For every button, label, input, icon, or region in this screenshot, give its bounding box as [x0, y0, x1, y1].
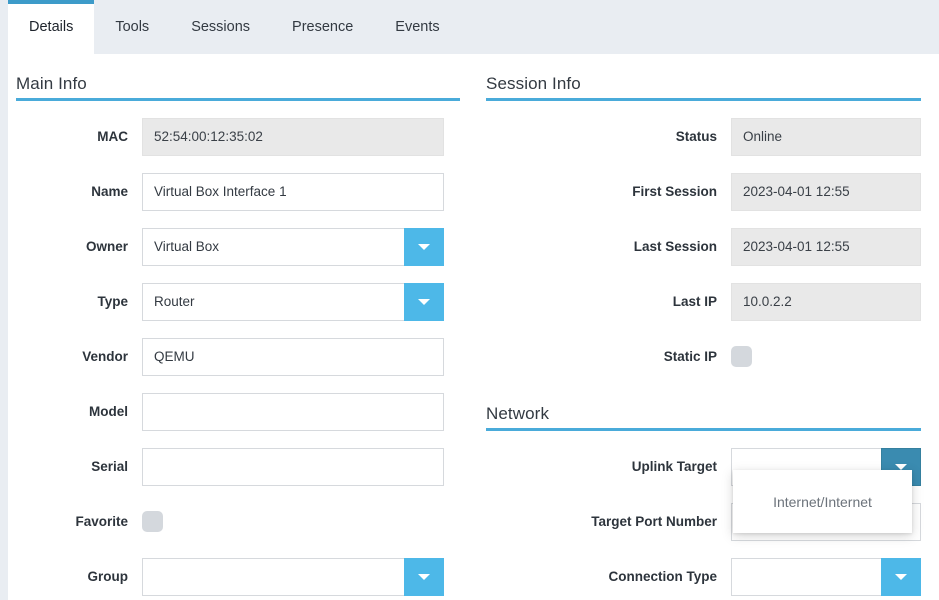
input-serial[interactable]: [142, 447, 444, 486]
field-row-last-ip: Last IP 10.0.2.2: [478, 274, 939, 329]
tab-bar: Details Tools Sessions Presence Events: [8, 0, 939, 55]
label-connection-type: Connection Type: [608, 569, 717, 584]
chevron-down-icon: [418, 573, 430, 580]
chevron-down-icon: [895, 573, 907, 580]
label-first-session: First Session: [632, 184, 717, 199]
field-row-connection-type: Connection Type: [478, 549, 939, 600]
label-favorite: Favorite: [75, 514, 128, 529]
combobox-type[interactable]: Router: [142, 282, 444, 321]
control-last-session: 2023-04-01 12:55: [731, 227, 921, 266]
label-last-ip: Last IP: [672, 294, 717, 309]
field-row-serial: Serial: [8, 439, 478, 494]
tab-events[interactable]: Events: [374, 0, 460, 54]
control-group: [142, 557, 444, 596]
label-serial: Serial: [91, 459, 128, 474]
control-first-session: 2023-04-01 12:55: [731, 172, 921, 211]
session-info-fields: Status Online First Session 2023-04-01 12:5…: [478, 101, 939, 384]
control-vendor: QEMU: [142, 337, 444, 376]
section-title-network: Network: [486, 404, 550, 423]
combobox-value-owner[interactable]: Virtual Box: [142, 227, 404, 266]
field-row-static-ip: Static IP: [478, 329, 939, 384]
combobox-connection-type[interactable]: [731, 557, 921, 596]
label-name: Name: [91, 184, 128, 199]
combobox-value-type[interactable]: Router: [142, 282, 404, 321]
tab-presence[interactable]: Presence: [271, 0, 374, 54]
field-row-vendor: Vendor QEMU: [8, 329, 478, 384]
label-static-ip: Static IP: [663, 349, 717, 364]
section-session-info: Session Info Status Online First Session 20…: [478, 74, 939, 384]
control-name: Virtual Box Interface 1: [142, 172, 444, 211]
label-type: Type: [97, 294, 128, 309]
field-row-status: Status Online: [478, 109, 939, 164]
combobox-group[interactable]: [142, 557, 444, 596]
dropdown-option-internet[interactable]: Internet/Internet: [733, 486, 912, 518]
input-model[interactable]: [142, 392, 444, 431]
control-type: Router: [142, 282, 444, 321]
combobox-value-group[interactable]: [142, 557, 404, 596]
chevron-down-icon: [418, 243, 430, 250]
combobox-toggle-group[interactable]: [404, 557, 444, 596]
field-row-favorite: Favorite: [8, 494, 478, 549]
label-last-session: Last Session: [633, 239, 717, 254]
section-title-main-info: Main Info: [16, 74, 87, 93]
field-row-name: Name Virtual Box Interface 1: [8, 164, 478, 219]
tab-tools[interactable]: Tools: [94, 0, 170, 54]
combobox-toggle-connection-type[interactable]: [881, 557, 921, 596]
field-row-group: Group: [8, 549, 478, 600]
label-target-port-number: Target Port Number: [591, 514, 717, 529]
tab-details[interactable]: Details: [8, 0, 95, 55]
chevron-down-icon: [418, 298, 430, 305]
checkbox-static-ip[interactable]: [731, 346, 752, 367]
input-mac: 52:54:00:12:35:02: [142, 117, 444, 156]
left-column: Main Info MAC 52:54:00:12:35:02 Name Virtua…: [8, 54, 478, 600]
label-status: Status: [675, 129, 717, 144]
label-uplink-target: Uplink Target: [631, 459, 717, 474]
combobox-owner[interactable]: Virtual Box: [142, 227, 444, 266]
control-last-ip: 10.0.2.2: [731, 282, 921, 321]
combobox-value-connection-type[interactable]: [731, 557, 881, 596]
field-row-model: Model: [8, 384, 478, 439]
label-mac: MAC: [97, 129, 128, 144]
chevron-down-icon: [895, 463, 907, 470]
section-main-info: Main Info MAC 52:54:00:12:35:02 Name Virtua…: [8, 74, 478, 600]
label-vendor: Vendor: [82, 349, 128, 364]
control-serial: [142, 447, 444, 486]
label-model: Model: [89, 404, 128, 419]
checkbox-favorite[interactable]: [142, 511, 163, 532]
field-row-first-session: First Session 2023-04-01 12:55: [478, 164, 939, 219]
input-last-session: 2023-04-01 12:55: [731, 227, 921, 266]
input-status: Online: [731, 117, 921, 156]
input-last-ip: 10.0.2.2: [731, 282, 921, 321]
field-row-owner: Owner Virtual Box: [8, 219, 478, 274]
label-group: Group: [87, 569, 129, 584]
control-mac: 52:54:00:12:35:02: [142, 117, 444, 156]
combobox-toggle-owner[interactable]: [404, 227, 444, 266]
input-name[interactable]: Virtual Box Interface 1: [142, 172, 444, 211]
input-vendor[interactable]: QEMU: [142, 337, 444, 376]
section-title-session-info: Session Info: [486, 74, 581, 93]
tab-sessions[interactable]: Sessions: [170, 0, 271, 54]
control-status: Online: [731, 117, 921, 156]
combobox-toggle-type[interactable]: [404, 282, 444, 321]
field-row-mac: MAC 52:54:00:12:35:02: [8, 109, 478, 164]
label-owner: Owner: [85, 239, 128, 254]
left-gutter-strip: [0, 0, 8, 600]
main-info-fields: MAC 52:54:00:12:35:02 Name Virtual Box Inte…: [8, 101, 478, 600]
control-owner: Virtual Box: [142, 227, 444, 266]
control-static-ip: [731, 346, 921, 367]
control-favorite: [142, 511, 444, 532]
field-row-type: Type Router: [8, 274, 478, 329]
device-details-page: Details Tools Sessions Presence Events Main …: [0, 0, 939, 600]
field-row-last-session: Last Session 2023-04-01 12:55: [478, 219, 939, 274]
uplink-target-dropdown-popup[interactable]: Internet/Internet: [733, 470, 912, 533]
control-model: [142, 392, 444, 431]
control-connection-type: [731, 557, 921, 596]
input-first-session: 2023-04-01 12:55: [731, 172, 921, 211]
